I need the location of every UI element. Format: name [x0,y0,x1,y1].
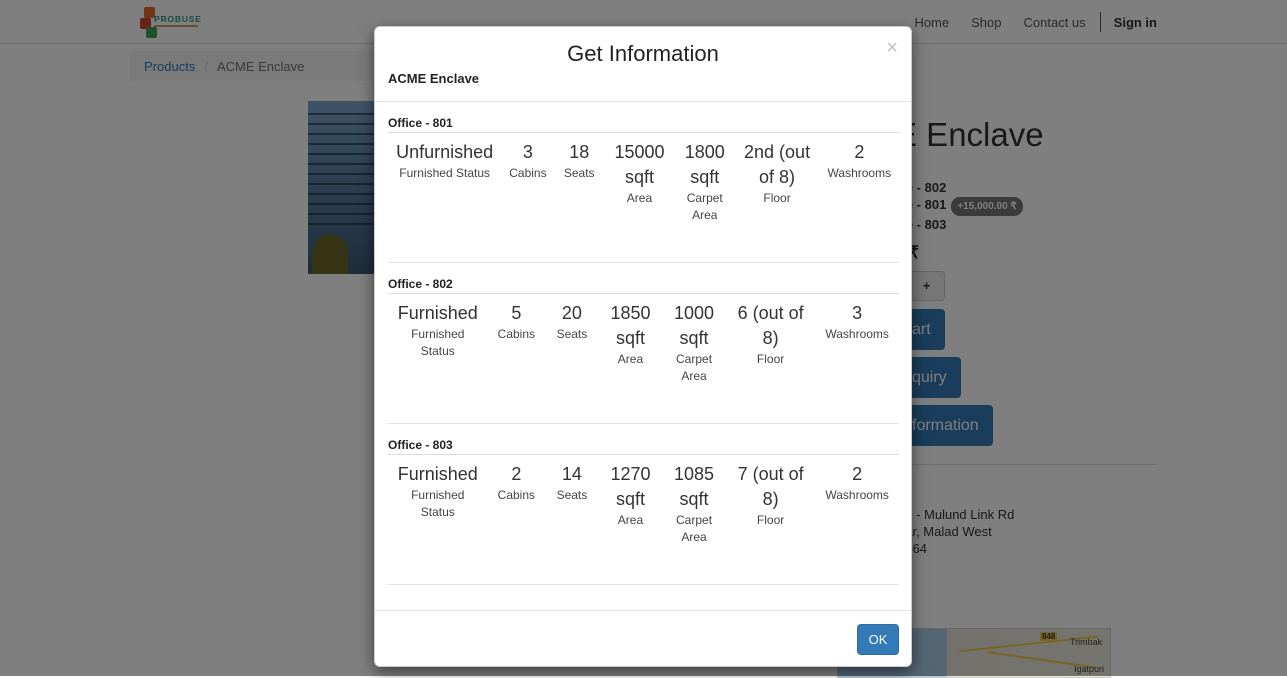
spec-seats: 18 Seats [563,142,595,180]
office-specs: Unfurnished Furnished Status 3 Cabins 18 Se… [388,140,899,224]
spec-carpet-area: 1085 sqft Carpet Area [674,464,715,544]
modal-title: Get Information [567,41,719,66]
spec-area: 1850 sqft Area [610,303,651,366]
spec-furnished-status: Furnished Furnished Status [397,303,478,358]
office-title: Office - 803 [388,438,453,452]
spec-area: 1270 sqft Area [610,464,651,527]
office-specs: Furnished Furnished Status 5 Cabins 20 Seat… [388,301,899,385]
spec-furnished-status: Furnished Furnished Status [397,464,478,519]
modal-footer: OK [375,610,911,667]
spec-cabins: 2 Cabins [497,464,536,502]
office-title: Office - 801 [388,116,453,130]
spec-seats: 14 Seats [556,464,588,502]
get-information-modal: Get Information × ACME Enclave Office - … [374,26,912,667]
spec-carpet-area: 1800 sqft Carpet Area [684,142,725,222]
office-section: Office - 801 Unfurnished Furnished Status… [388,102,899,263]
spec-carpet-area: 1000 sqft Carpet Area [674,303,715,383]
spec-cabins: 3 Cabins [509,142,547,180]
spec-furnished-status: Unfurnished Furnished Status [396,142,494,180]
office-section: Office - 802 Furnished Furnished Status 5… [388,263,899,424]
spec-floor: 7 (out of 8) Floor [737,464,804,527]
modal-body: Office - 801 Unfurnished Furnished Status… [388,102,899,585]
ok-button[interactable]: OK [857,624,899,655]
office-specs: Furnished Furnished Status 2 Cabins 14 Seat… [388,462,899,546]
spec-cabins: 5 Cabins [497,303,536,341]
modal-subtitle: ACME Enclave [388,71,480,86]
spec-floor: 2nd (out of 8) Floor [744,142,811,205]
office-section: Office - 803 Furnished Furnished Status 2… [388,424,899,585]
spec-washrooms: 2 Washrooms [825,464,889,502]
spec-washrooms: 3 Washrooms [825,303,889,341]
close-icon[interactable]: × [886,37,898,60]
modal-header: Get Information × ACME Enclave [375,27,911,102]
spec-washrooms: 2 Washrooms [827,142,892,180]
office-title: Office - 802 [388,277,453,291]
spec-area: 15000 sqft Area [614,142,665,205]
spec-seats: 20 Seats [556,303,588,341]
spec-floor: 6 (out of 8) Floor [737,303,804,366]
